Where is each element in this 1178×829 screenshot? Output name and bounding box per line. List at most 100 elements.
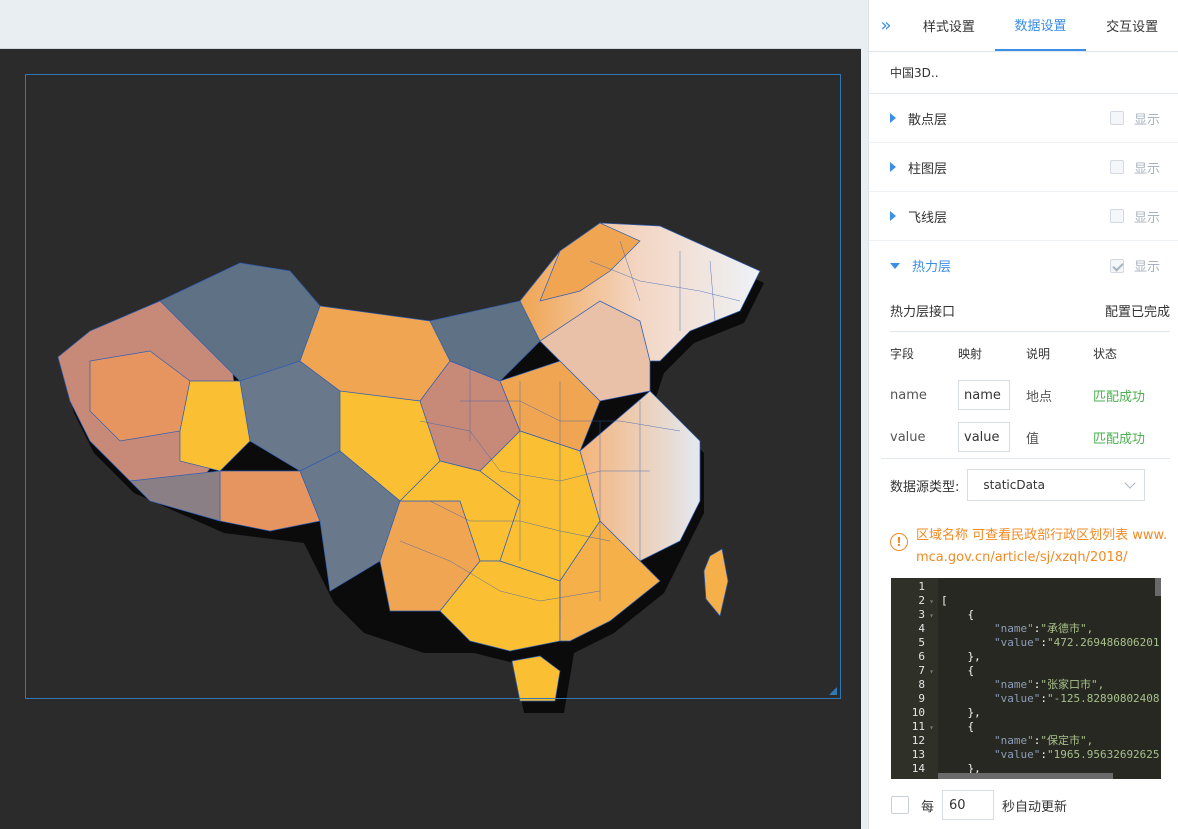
auto-update-suffix: 秒自动更新: [1002, 799, 1068, 815]
code-line: 10 },: [891, 706, 1161, 720]
field-row-value: value 值 匹配成功: [869, 416, 1178, 458]
tab-interaction-settings[interactable]: 交互设置: [1086, 0, 1178, 51]
field-desc: 值: [1026, 431, 1040, 447]
line-number: 5: [918, 636, 925, 649]
code-line: 9 "value":"-125.82890802408: [891, 692, 1161, 706]
line-number: 2: [918, 594, 925, 607]
line-number: 3: [918, 608, 925, 621]
code-line: 12 "name":"保定市",: [891, 734, 1161, 748]
line-number: 13: [911, 748, 925, 761]
component-name: 中国3D..: [869, 52, 1178, 94]
fold-arrow-icon[interactable]: ▾: [925, 595, 938, 609]
layer-row-heat[interactable]: 热力层 显示: [869, 241, 1178, 290]
component-selection-box[interactable]: [25, 74, 841, 699]
mapping-input-value[interactable]: [958, 422, 1010, 452]
caret-right-icon: [890, 162, 896, 172]
fold-arrow-icon[interactable]: ▾: [925, 665, 938, 679]
fields-header: 字段 映射 说明 状态: [869, 332, 1178, 374]
json-code-editor[interactable]: 1 2 ▾[3 ▾ {4 "name":"承德市", 5 "value":"472.26…: [891, 578, 1161, 779]
show-label: 显示: [1133, 161, 1160, 177]
layer-row-scatter[interactable]: 散点层 显示: [869, 94, 1178, 143]
layer-title: 热力层: [912, 260, 952, 275]
tip-line-1: 区域名称 可查看民政部行政区划列表 www.: [916, 528, 1168, 543]
heat-interface-label: 热力层接口: [890, 305, 956, 320]
layer-title: 散点层: [908, 112, 948, 128]
field-row-name: name 地点 匹配成功: [869, 374, 1178, 416]
horizontal-scrollbar[interactable]: [938, 773, 1113, 779]
col-field: 字段: [890, 346, 915, 361]
show-label: 显示: [1133, 112, 1160, 128]
show-label: 显示: [1133, 210, 1160, 226]
tab-data-settings[interactable]: 数据设置: [994, 0, 1087, 51]
mapping-input-name[interactable]: [958, 380, 1010, 410]
panel-tabbar: » 样式设置 数据设置 交互设置: [869, 0, 1178, 52]
line-number: 4: [918, 622, 925, 635]
line-number: 10: [911, 706, 925, 719]
chevron-down-icon: [1124, 477, 1137, 489]
layer-title: 飞线层: [908, 210, 948, 226]
show-checkbox[interactable]: [1109, 209, 1124, 223]
code-line: 5 "value":"472.269486806201: [891, 636, 1161, 650]
code-line: 13 "value":"1965.95632692625: [891, 748, 1161, 762]
line-number: 9: [918, 692, 925, 705]
double-chevron-right-icon[interactable]: »: [869, 0, 903, 51]
layer-row-flyline[interactable]: 飞线层 显示: [869, 192, 1178, 241]
field-desc: 地点: [1026, 389, 1053, 405]
code-line: 7 ▾ {: [891, 664, 1161, 678]
show-checkbox[interactable]: [1109, 258, 1124, 273]
caret-down-icon: [890, 262, 900, 269]
show-checkbox[interactable]: [1109, 160, 1124, 174]
line-number: 11: [911, 720, 925, 733]
code-text: "name":"保定市",: [993, 734, 1094, 747]
show-checkbox[interactable]: [1109, 111, 1124, 125]
map-canvas[interactable]: [0, 48, 861, 829]
fold-arrow-icon[interactable]: ▾: [925, 721, 938, 735]
caret-right-icon: [890, 113, 896, 123]
field-key: name: [890, 387, 927, 403]
code-line: 11 ▾ {: [891, 720, 1161, 734]
code-text: "name":"张家口市",: [993, 678, 1105, 691]
code-text: "value":"-125.82890802408: [993, 692, 1160, 705]
canvas-top-strip: [0, 0, 868, 48]
code-line: 4 "name":"承德市",: [891, 622, 1161, 636]
auto-update-checkbox[interactable]: [891, 796, 909, 814]
code-line: 1: [891, 580, 1161, 594]
code-text: {: [941, 720, 975, 733]
config-panel: » 样式设置 数据设置 交互设置 中国3D.. 散点层 显示 柱图层 显示 飞线…: [868, 0, 1178, 829]
resize-handle[interactable]: [829, 687, 837, 695]
datasource-value: staticData: [983, 478, 1045, 492]
auto-update-row: 每 秒自动更新: [891, 790, 1067, 820]
auto-update-seconds-input[interactable]: [942, 790, 995, 820]
code-text: "value":"472.269486806201: [993, 636, 1160, 649]
code-text: },: [941, 706, 981, 719]
region-tip: ! 区域名称 可查看民政部行政区划列表 www. mca.gov.cn/arti…: [869, 511, 1178, 569]
code-text: {: [941, 608, 975, 621]
vertical-scrollbar[interactable]: [1155, 578, 1161, 596]
exclamation-icon: !: [890, 533, 908, 551]
heat-interface-row: 热力层接口 配置已完成: [890, 290, 1170, 332]
code-text: [: [941, 594, 948, 607]
code-line: 2 ▾[: [891, 594, 1161, 608]
code-text: {: [941, 664, 975, 677]
datasource-label: 数据源类型:: [890, 479, 960, 495]
line-number: 12: [911, 734, 925, 747]
fold-arrow-icon[interactable]: ▾: [925, 609, 938, 623]
auto-update-prefix: 每: [921, 799, 935, 815]
datasource-select[interactable]: staticData: [967, 469, 1146, 501]
line-number: 6: [918, 650, 925, 663]
code-line: 8 "name":"张家口市",: [891, 678, 1161, 692]
field-key: value: [890, 429, 926, 445]
line-number: 8: [918, 678, 925, 691]
line-number: 7: [918, 664, 925, 677]
code-line: 3 ▾ {: [891, 608, 1161, 622]
code-line: 6 },: [891, 650, 1161, 664]
col-mapping: 映射: [958, 346, 983, 361]
heat-interface-status: 配置已完成: [1104, 305, 1170, 320]
tip-line-2[interactable]: mca.gov.cn/article/sj/xzqh/2018/: [916, 547, 1167, 569]
code-text: },: [941, 650, 981, 663]
tab-style-settings[interactable]: 样式设置: [903, 0, 995, 51]
caret-right-icon: [890, 211, 896, 221]
layer-row-bar[interactable]: 柱图层 显示: [869, 143, 1178, 192]
code-text: "name":"承德市",: [993, 622, 1094, 635]
